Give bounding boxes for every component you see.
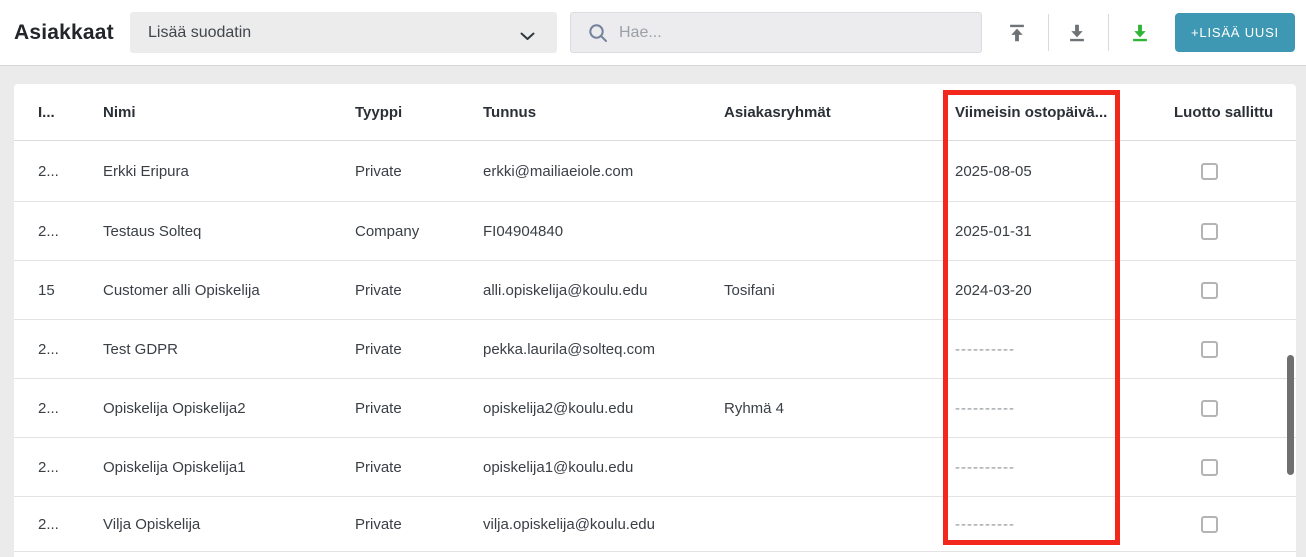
cell-last-purchase: ---------- — [955, 515, 1015, 533]
filter-dropdown-label: Lisää suodatin — [148, 23, 252, 41]
cell-last-purchase: ---------- — [955, 340, 1015, 358]
credit-allowed-checkbox[interactable] — [1201, 340, 1218, 358]
cell-name: Opiskelija Opiskelija2 — [103, 399, 246, 417]
column-header-type[interactable]: Tyyppi — [355, 84, 483, 140]
cell-type: Company — [355, 222, 420, 240]
cell-last-purchase: 2025-08-05 — [955, 162, 1032, 180]
cell-groups: Ryhmä 4 — [724, 399, 785, 417]
filter-dropdown[interactable]: Lisää suodatin — [130, 12, 557, 53]
cell-last-purchase: ---------- — [955, 399, 1015, 417]
cell-code: erkki@mailiaeiole.com — [483, 162, 634, 180]
table-body: 2... Erkki Eripura Private erkki@mailiae… — [14, 141, 1296, 552]
cell-name: Erkki Eripura — [103, 162, 189, 180]
credit-allowed-checkbox[interactable] — [1201, 458, 1218, 476]
cell-groups — [724, 320, 955, 378]
cell-last-purchase: 2024-03-20 — [955, 281, 1032, 299]
cell-name: Vilja Opiskelija — [103, 515, 201, 533]
toolbar-divider — [1108, 14, 1109, 51]
upload-icon — [1010, 24, 1024, 42]
cell-name: Opiskelija Opiskelija1 — [103, 458, 246, 476]
cell-credit — [1160, 261, 1296, 319]
cell-type: Private — [355, 162, 402, 180]
export-download-icon — [1133, 24, 1147, 42]
cell-id: 2... — [38, 340, 59, 358]
cell-type: Private — [355, 515, 402, 533]
cell-credit — [1160, 438, 1296, 496]
column-header-credit[interactable]: Luotto sallittu — [1160, 84, 1296, 140]
cell-type: Private — [355, 399, 402, 417]
table-row[interactable]: 2... Vilja Opiskelija Private vilja.opis… — [14, 497, 1296, 552]
toolbar-divider — [1048, 14, 1049, 51]
table-row[interactable]: 2... Testaus Solteq Company FI04904840 2… — [14, 202, 1296, 261]
cell-code: opiskelija1@koulu.edu — [483, 458, 634, 476]
column-header-code[interactable]: Tunnus — [483, 84, 724, 140]
cell-credit — [1160, 202, 1296, 260]
search-input[interactable] — [619, 23, 959, 42]
table-row[interactable]: 2... Test GDPR Private pekka.laurila@sol… — [14, 320, 1296, 379]
cell-id: 2... — [38, 222, 59, 240]
download-button[interactable] — [1064, 20, 1090, 46]
credit-allowed-checkbox[interactable] — [1201, 222, 1218, 240]
cell-groups — [724, 141, 955, 201]
cell-credit — [1160, 497, 1296, 551]
cell-groups — [724, 202, 955, 260]
cell-name: Testaus Solteq — [103, 222, 202, 240]
customers-table: I... Nimi Tyyppi Tunnus Asiakasryhmät Vi… — [14, 84, 1296, 557]
page-title: Asiakkaat — [14, 21, 114, 44]
cell-code: vilja.opiskelija@koulu.edu — [483, 515, 655, 533]
upload-button[interactable] — [1004, 20, 1030, 46]
credit-allowed-checkbox[interactable] — [1201, 399, 1218, 417]
cell-code: pekka.laurila@solteq.com — [483, 340, 655, 358]
column-header-groups[interactable]: Asiakasryhmät — [724, 84, 955, 140]
column-header-name[interactable]: Nimi — [103, 84, 355, 140]
table-row[interactable]: 15 Customer alli Opiskelija Private alli… — [14, 261, 1296, 320]
cell-id: 2... — [38, 458, 59, 476]
cell-code: opiskelija2@koulu.edu — [483, 399, 634, 417]
export-button[interactable] — [1127, 20, 1153, 46]
column-header-last-purchase[interactable]: Viimeisin ostopäivä... — [955, 84, 1160, 140]
cell-id: 2... — [38, 162, 59, 180]
cell-groups — [724, 497, 955, 551]
table-row[interactable]: 2... Opiskelija Opiskelija1 Private opis… — [14, 438, 1296, 497]
credit-allowed-checkbox[interactable] — [1201, 281, 1218, 299]
cell-code: alli.opiskelija@koulu.edu — [483, 281, 648, 299]
cell-id: 2... — [38, 399, 59, 417]
cell-name: Test GDPR — [103, 340, 179, 358]
cell-type: Private — [355, 281, 402, 299]
cell-credit — [1160, 141, 1296, 201]
cell-last-purchase: ---------- — [955, 458, 1015, 476]
cell-id: 15 — [38, 281, 55, 299]
cell-name: Customer alli Opiskelija — [103, 281, 260, 299]
cell-credit — [1160, 379, 1296, 437]
cell-credit — [1160, 320, 1296, 378]
cell-last-purchase: 2025-01-31 — [955, 222, 1032, 240]
download-icon — [1070, 24, 1084, 42]
table-row[interactable]: 2... Opiskelija Opiskelija2 Private opis… — [14, 379, 1296, 438]
column-header-id[interactable]: I... — [14, 84, 103, 140]
cell-groups — [724, 438, 955, 496]
table-row[interactable]: 2... Erkki Eripura Private erkki@mailiae… — [14, 141, 1296, 202]
search-box[interactable] — [570, 12, 982, 53]
cell-type: Private — [355, 340, 402, 358]
search-icon — [589, 23, 607, 42]
top-bar: Asiakkaat Lisää suodatin Hae... +LISÄÄ U… — [0, 0, 1306, 66]
add-new-button[interactable]: +LISÄÄ UUSI — [1175, 13, 1295, 52]
cell-code: FI04904840 — [483, 222, 564, 240]
table-header-row: I... Nimi Tyyppi Tunnus Asiakasryhmät Vi… — [14, 84, 1296, 141]
vertical-scrollbar-thumb[interactable] — [1287, 355, 1294, 475]
credit-allowed-checkbox[interactable] — [1201, 515, 1218, 533]
cell-type: Private — [355, 458, 402, 476]
chevron-down-icon — [520, 28, 535, 46]
credit-allowed-checkbox[interactable] — [1201, 162, 1218, 180]
cell-id: 2... — [38, 515, 59, 533]
cell-groups: Tosifani — [724, 281, 775, 299]
